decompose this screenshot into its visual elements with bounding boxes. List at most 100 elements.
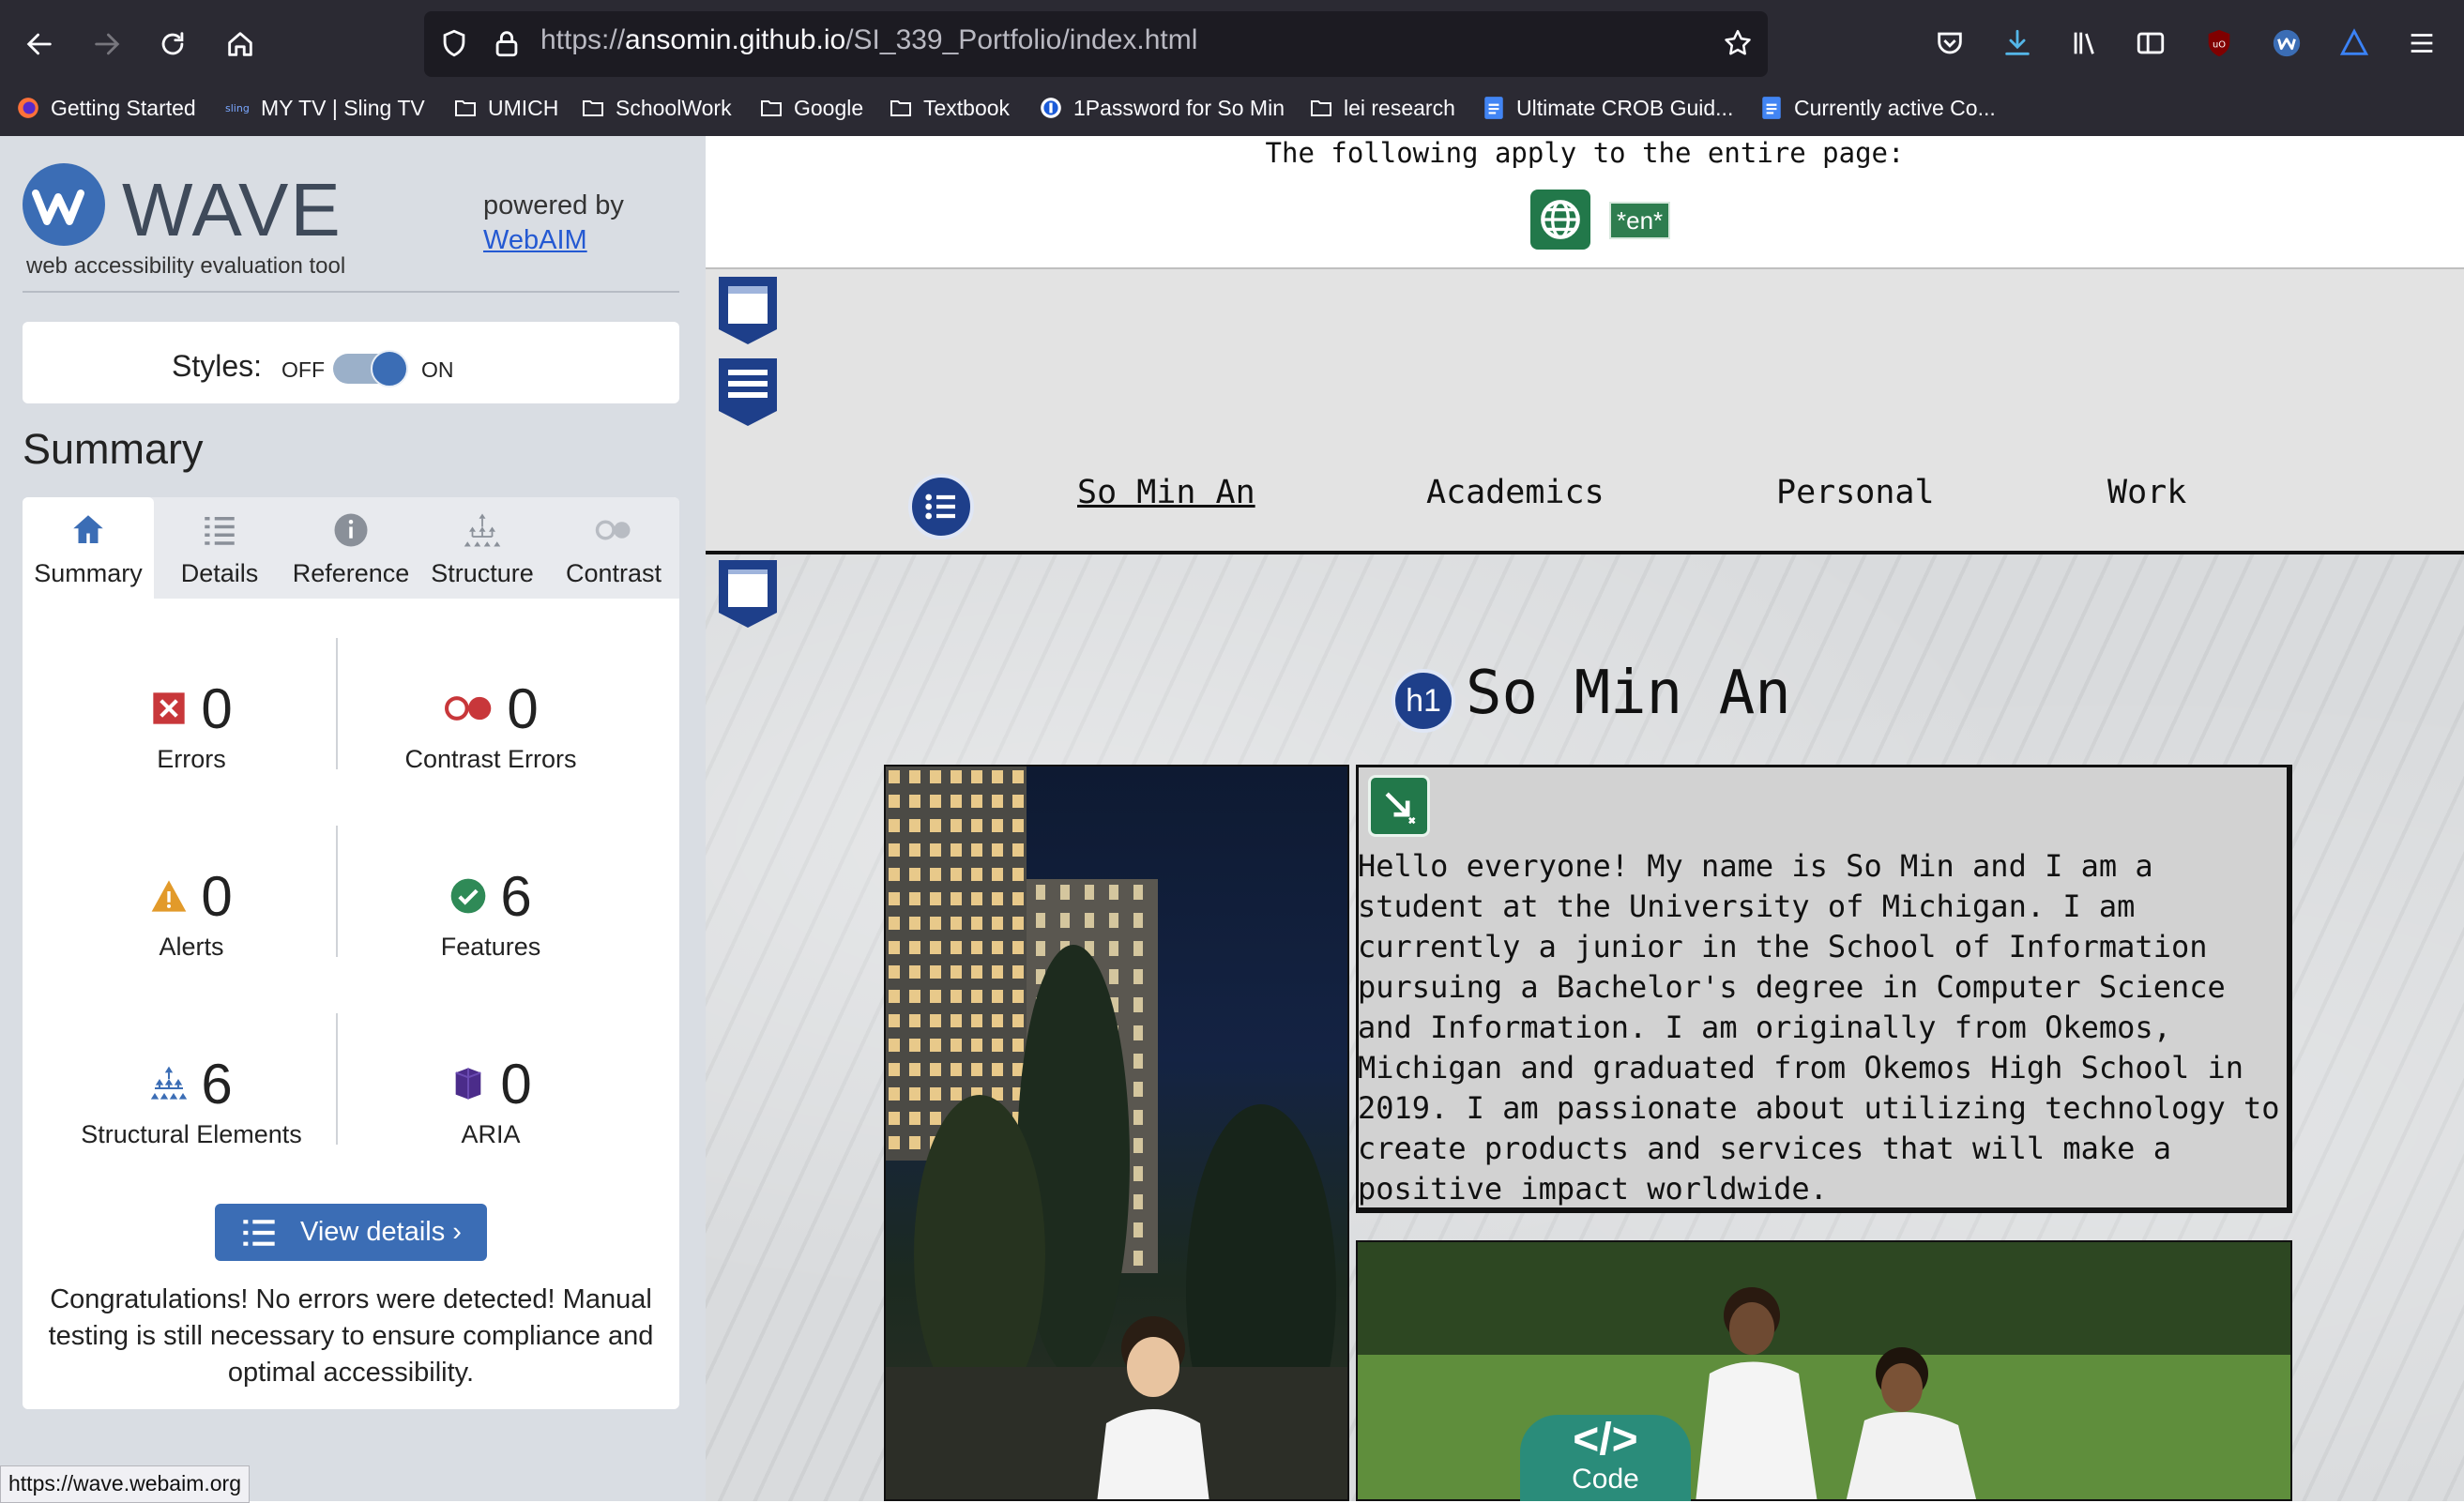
aria-count: 0 — [500, 1052, 532, 1116]
nav-link-personal[interactable]: Personal — [1776, 474, 1935, 511]
apply-text: The following apply to the entire page: — [1265, 137, 1905, 169]
stat-errors[interactable]: 0 Errors — [37, 676, 346, 774]
bookmark-label: Google — [794, 95, 864, 120]
tracking-protection-shield-icon[interactable] — [435, 24, 473, 62]
contrast-error-icon — [445, 696, 492, 721]
portrait-photo — [884, 765, 1349, 1501]
navigation-region-icon[interactable] — [715, 357, 781, 428]
bookmark-lei-research[interactable]: lei research — [1308, 89, 1455, 127]
folder-icon — [452, 96, 479, 120]
page-title: So Min An — [1466, 659, 1791, 728]
tab-label: Details — [180, 559, 259, 587]
pocket-icon[interactable] — [1931, 24, 1969, 62]
webaim-link[interactable]: WebAIM — [483, 225, 587, 256]
divider — [23, 291, 679, 293]
tab-label: Contrast — [565, 559, 662, 587]
language-globe-icon[interactable] — [1530, 190, 1590, 250]
tab-contrast[interactable]: Contrast — [548, 497, 679, 599]
bookmark-1password[interactable]: 1Password for So Min — [1038, 89, 1285, 127]
h1-badge-icon[interactable]: h1 — [1392, 669, 1455, 733]
wave-title: WAVE — [122, 168, 342, 251]
powered-by-text: powered by — [483, 190, 624, 220]
nav-link-academics[interactable]: Academics — [1426, 474, 1605, 511]
wave-extension-icon[interactable] — [2268, 24, 2305, 62]
alerts-count: 0 — [201, 864, 233, 928]
bookmark-ultimate-crob-guide[interactable]: Ultimate CROB Guid... — [1481, 89, 1733, 127]
errors-count: 0 — [201, 676, 233, 740]
reload-icon — [161, 32, 184, 55]
tab-details[interactable]: Details — [154, 497, 285, 599]
portrait-photo-illustration — [886, 767, 1347, 1499]
ublock-origin-icon[interactable]: uO — [2200, 24, 2238, 62]
library-icon[interactable] — [2066, 24, 2104, 62]
view-details-label: View details › — [300, 1217, 462, 1247]
bookmark-textbook[interactable]: Textbook — [888, 89, 1010, 127]
lock-icon[interactable] — [488, 24, 525, 62]
tab-label: Structure — [431, 559, 534, 587]
soccer-photo-illustration — [1358, 1242, 2290, 1499]
svg-text:sling: sling — [225, 102, 250, 114]
bookmark-schoolwork[interactable]: SchoolWork — [580, 89, 732, 127]
home-button[interactable] — [212, 19, 268, 69]
folder-icon — [888, 96, 914, 120]
back-button[interactable] — [11, 19, 68, 69]
code-view-toggle[interactable]: </> Code — [1520, 1415, 1691, 1501]
url-host: ansomin.github.io — [625, 24, 846, 55]
sling-icon: sling — [225, 96, 251, 120]
forward-arrow-icon — [95, 33, 120, 55]
skip-link-target-icon[interactable] — [1368, 775, 1430, 837]
error-icon — [153, 692, 185, 724]
extension-triangle-icon[interactable] — [2335, 24, 2373, 62]
contrast-errors-label: Contrast Errors — [404, 745, 577, 773]
tab-label: Summary — [34, 559, 143, 587]
bookmark-google[interactable]: Google — [758, 89, 863, 127]
bookmark-sling-tv[interactable]: sling MY TV | Sling TV — [225, 89, 425, 127]
tab-label: Reference — [292, 559, 410, 587]
aria-label: ARIA — [461, 1120, 521, 1148]
1password-icon — [1038, 96, 1064, 120]
menu-hamburger-icon[interactable] — [2403, 24, 2441, 62]
forward-button[interactable] — [79, 19, 135, 69]
bookmark-label: MY TV | Sling TV — [261, 95, 425, 120]
nav-link-work[interactable]: Work — [2107, 474, 2186, 511]
errors-label: Errors — [157, 745, 226, 773]
url-text[interactable]: https://ansomin.github.io/SI_339_Portfol… — [540, 24, 1197, 56]
bookmark-currently-active[interactable]: Currently active Co... — [1758, 89, 1996, 127]
tab-reference[interactable]: Reference — [285, 497, 417, 599]
stat-features[interactable]: 6 Features — [336, 863, 646, 962]
view-details-button[interactable]: View details › — [215, 1204, 487, 1261]
language-tag[interactable]: *en* — [1609, 202, 1671, 239]
bookmark-star-icon[interactable] — [1719, 24, 1757, 62]
soccer-photo — [1356, 1240, 2292, 1501]
hierarchy-icon — [464, 513, 501, 547]
stat-contrast-errors[interactable]: 0 Contrast Errors — [336, 676, 646, 774]
congrats-message: Congratulations! No errors were detected… — [48, 1284, 654, 1388]
main-region-icon[interactable] — [715, 558, 781, 630]
intro-paragraph: Hello everyone! My name is So Min and I … — [1358, 848, 2280, 1207]
bookmark-getting-started[interactable]: Getting Started — [15, 89, 196, 127]
folder-icon — [1308, 96, 1334, 120]
stat-alerts[interactable]: 0 Alerts — [37, 863, 346, 962]
reload-button[interactable] — [144, 19, 201, 69]
structural-label: Structural Elements — [81, 1120, 302, 1148]
bookmark-label: Ultimate CROB Guid... — [1516, 95, 1734, 120]
bookmark-label: Getting Started — [51, 95, 196, 120]
features-label: Features — [440, 933, 541, 961]
bookmark-label: Textbook — [923, 95, 1011, 120]
nav-link-so-min-an[interactable]: So Min An — [1077, 474, 1255, 511]
styles-toggle-knob[interactable] — [371, 350, 408, 387]
google-docs-icon — [1481, 96, 1507, 120]
unordered-list-icon[interactable] — [908, 474, 974, 539]
wave-subtitle: web accessibility evaluation tool — [26, 253, 346, 279]
downloads-icon[interactable] — [1999, 24, 2036, 62]
url-path: /SI_339_Portfolio/index.html — [845, 24, 1198, 55]
google-docs-icon — [1758, 96, 1785, 120]
bookmark-umich[interactable]: UMICH — [452, 89, 558, 127]
stat-structural-elements[interactable]: 6 Structural Elements — [37, 1051, 346, 1149]
stat-aria[interactable]: 0 ARIA — [336, 1051, 646, 1149]
header-region-icon[interactable] — [715, 275, 781, 346]
tab-structure[interactable]: Structure — [417, 497, 548, 599]
svg-text:uO: uO — [2213, 39, 2226, 50]
reader-sidebar-icon[interactable] — [2132, 24, 2169, 62]
tab-summary[interactable]: Summary — [23, 497, 154, 599]
